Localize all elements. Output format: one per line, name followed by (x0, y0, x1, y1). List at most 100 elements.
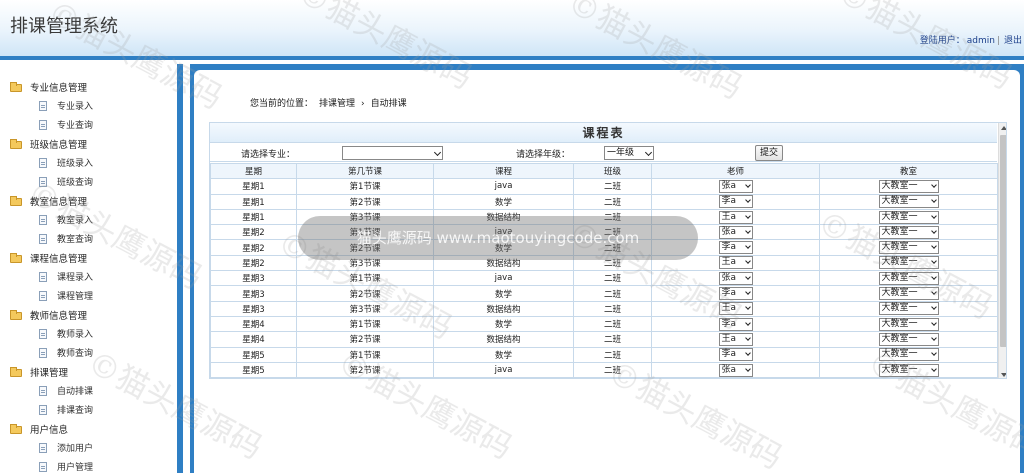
room-select[interactable]: 大教室一 (878, 348, 939, 362)
sidebar-group[interactable]: 专业信息管理 (0, 79, 177, 98)
course-cell: java (433, 361, 574, 378)
room-select[interactable]: 大教室一 (878, 256, 939, 270)
scroll-up-icon[interactable] (1001, 126, 1006, 130)
course-cell: java (433, 224, 574, 241)
sidebar-group[interactable]: 排课管理 (0, 364, 177, 383)
sidebar-group-label: 教师信息管理 (30, 311, 88, 322)
room-cell: 大教室一 (819, 315, 998, 333)
class-cell: 二班 (573, 300, 652, 317)
sidebar-item-label: 教师查询 (57, 349, 94, 359)
chevron-down-icon (744, 273, 751, 280)
sidebar-item[interactable]: 班级录入 (0, 155, 177, 174)
teacher-select[interactable]: 李a (718, 241, 753, 255)
class-cell: 二班 (573, 270, 652, 287)
sidebar-group[interactable]: 课程信息管理 (0, 250, 177, 269)
schedule-frame: 课程表 请选择专业： 请选择年级： 一年级 提交 星期 第几节课 课程 班级 老… (209, 122, 1007, 379)
room-select[interactable]: 大教室一 (878, 363, 939, 377)
sidebar-item[interactable]: 自动排课 (0, 383, 177, 402)
room-select[interactable]: 大教室一 (878, 195, 939, 209)
teacher-select[interactable]: 王a (718, 332, 753, 346)
teacher-select[interactable]: 李a (718, 287, 753, 301)
room-select[interactable]: 大教室一 (878, 271, 939, 285)
document-icon (39, 120, 47, 130)
room-select[interactable]: 大教室一 (878, 225, 939, 239)
teacher-cell: 王a (651, 300, 820, 317)
sidebar-item[interactable]: 添加用户 (0, 440, 177, 459)
sidebar-group[interactable]: 教室信息管理 (0, 193, 177, 212)
period-cell: 第2节课 (296, 193, 434, 210)
sidebar-item[interactable]: 教室查询 (0, 231, 177, 250)
room-cell: 大教室一 (819, 208, 998, 226)
room-select[interactable]: 大教室一 (878, 332, 939, 346)
teacher-cell: 王a (651, 208, 820, 226)
teacher-select[interactable]: 王a (718, 302, 753, 316)
sidebar-item[interactable]: 教室录入 (0, 212, 177, 231)
course-cell: 数据结构 (433, 208, 574, 226)
grade-label: 请选择年级： (516, 150, 571, 160)
day-cell: 星期2 (210, 254, 297, 272)
teacher-select-value: 李a (721, 318, 737, 329)
teacher-select[interactable]: 张a (718, 225, 753, 239)
schedule-title: 课程表 (210, 123, 997, 143)
room-select-value: 大教室一 (881, 318, 918, 329)
room-cell: 大教室一 (819, 300, 998, 317)
period-cell: 第3节课 (296, 208, 434, 226)
sidebar-group[interactable]: 用户信息 (0, 421, 177, 440)
sidebar-item[interactable]: 教师查询 (0, 345, 177, 364)
room-select[interactable]: 大教室一 (878, 287, 939, 301)
logout-link[interactable]: 退出 (1004, 36, 1022, 46)
sidebar-item[interactable]: 排课查询 (0, 402, 177, 421)
chevron-down-icon (930, 319, 937, 326)
room-select[interactable]: 大教室一 (878, 241, 939, 255)
sidebar-item[interactable]: 专业查询 (0, 117, 177, 136)
teacher-select[interactable]: 李a (718, 317, 753, 331)
teacher-select[interactable]: 张a (718, 179, 753, 193)
table-row: 星期3 第2节课 数学 二班 李a 大教室一 (210, 285, 998, 302)
room-select-value: 大教室一 (881, 364, 918, 375)
room-select-value: 大教室一 (881, 242, 918, 253)
day-cell: 星期5 (210, 346, 297, 363)
chevron-down-icon (930, 304, 937, 311)
sidebar-item[interactable]: 教师录入 (0, 326, 177, 345)
chevron-down-icon (744, 335, 751, 341)
sidebar-group[interactable]: 班级信息管理 (0, 136, 177, 155)
sidebar-item[interactable]: 班级查询 (0, 174, 177, 193)
breadcrumb-level2[interactable]: 自动排课 (371, 99, 407, 109)
teacher-select[interactable]: 张a (718, 271, 753, 285)
teacher-select[interactable]: 王a (718, 210, 753, 224)
breadcrumb-level1[interactable]: 排课管理 (319, 99, 355, 109)
sidebar: 专业信息管理 专业录入 专业查询 班级信息管理 班级录入 班级查询 教室信息管理 教室录入 教室… (0, 64, 183, 473)
sidebar-item[interactable]: 课程录入 (0, 269, 177, 288)
scroll-down-icon[interactable] (1001, 373, 1006, 377)
chevron-down-icon (744, 350, 751, 357)
room-select-value: 大教室一 (881, 349, 918, 360)
teacher-select[interactable]: 李a (718, 348, 753, 362)
chevron-down-icon (744, 304, 751, 311)
room-select[interactable]: 大教室一 (878, 179, 939, 193)
vertical-scrollbar[interactable] (998, 123, 1006, 378)
room-cell: 大教室一 (819, 178, 998, 195)
scroll-thumb[interactable] (1000, 135, 1006, 347)
room-select[interactable]: 大教室一 (878, 210, 939, 224)
chevron-down-icon (930, 335, 937, 341)
sidebar-item[interactable]: 用户管理 (0, 459, 177, 473)
teacher-select[interactable]: 王a (718, 256, 753, 270)
room-cell: 大教室一 (819, 361, 998, 378)
room-select-value: 大教室一 (881, 211, 918, 222)
teacher-select[interactable]: 张a (718, 363, 753, 377)
sidebar-group[interactable]: 教师信息管理 (0, 307, 177, 326)
column-header: 星期 (210, 162, 297, 180)
room-select[interactable]: 大教室一 (878, 302, 939, 316)
submit-button[interactable]: 提交 (755, 145, 784, 161)
sidebar-item[interactable]: 专业录入 (0, 98, 177, 117)
major-select[interactable] (342, 146, 443, 160)
room-cell: 大教室一 (819, 346, 998, 363)
period-cell: 第1节课 (296, 315, 434, 333)
teacher-select-value: 王a (721, 333, 737, 344)
chevron-down-icon (744, 365, 751, 372)
grade-select[interactable]: 一年级 (604, 146, 654, 160)
sidebar-item[interactable]: 课程管理 (0, 288, 177, 307)
column-header: 第几节课 (296, 162, 434, 180)
teacher-select[interactable]: 李a (718, 195, 753, 209)
room-select[interactable]: 大教室一 (878, 317, 939, 331)
